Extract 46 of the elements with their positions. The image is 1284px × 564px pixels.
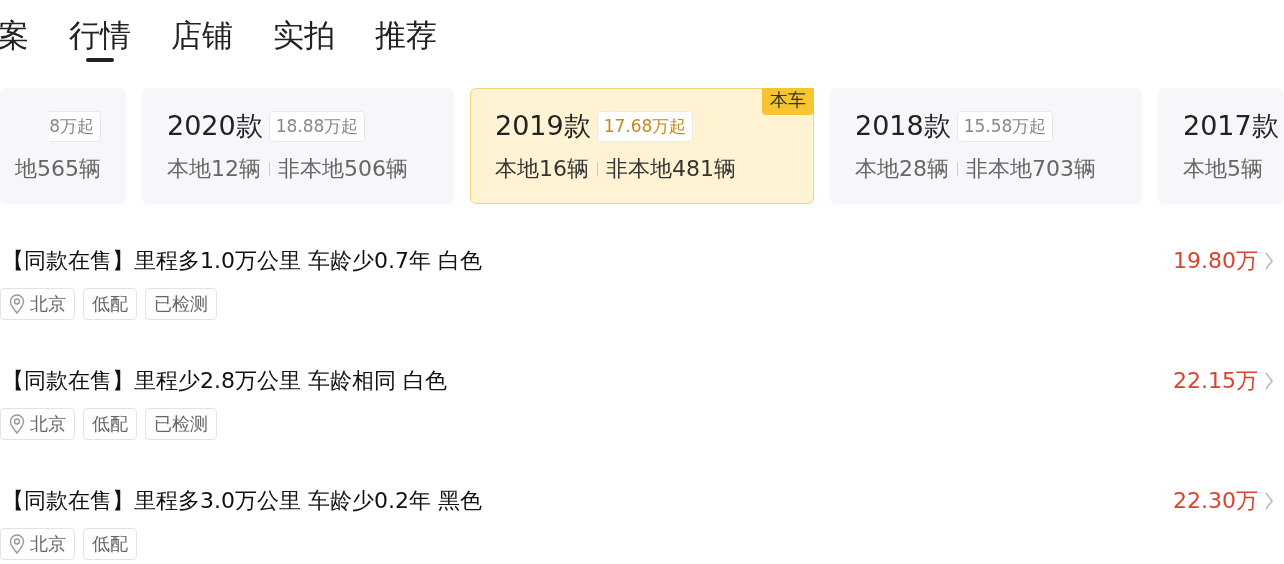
listing-count: 本地28辆: [855, 155, 949, 183]
tab[interactable]: 推荐: [375, 14, 437, 62]
chevron-right-icon[interactable]: [1264, 371, 1274, 391]
price-tag: 15.58万起: [956, 110, 1054, 142]
location-text: 北京: [30, 412, 66, 436]
price-tag: 17.68万起: [596, 110, 694, 142]
feature-tag: 低配: [83, 528, 137, 560]
model-year: 2017款: [1183, 109, 1279, 143]
listing-price: 22.15万: [1173, 367, 1258, 395]
listing-title[interactable]: 【同款在售】里程多1.0万公里 车龄少0.7年 白色: [2, 244, 482, 278]
listing-count: 非本地481辆: [606, 155, 736, 183]
feature-tag: 已检测: [145, 408, 217, 440]
tab[interactable]: 店铺: [171, 14, 233, 62]
location-pin-icon: [9, 414, 25, 434]
location-pin-icon: [9, 294, 25, 314]
tab[interactable]: 实拍: [273, 14, 335, 62]
feature-tag: 低配: [83, 408, 137, 440]
model-year: 2019款: [495, 109, 591, 143]
listing-count: 本地5辆: [1183, 155, 1263, 183]
model-year: 2020款: [167, 109, 263, 143]
price-tag: 8万起: [49, 110, 101, 142]
chevron-right-icon[interactable]: [1264, 491, 1274, 511]
tab[interactable]: 行情: [69, 14, 131, 62]
model-year-card[interactable]: 2020款 18.88万起 本地12辆 非本地506辆: [142, 88, 454, 204]
listing-title[interactable]: 【同款在售】里程多3.0万公里 车龄少0.2年 黑色: [2, 484, 482, 518]
listing-title[interactable]: 【同款在售】里程少2.8万公里 车龄相同 白色: [2, 364, 447, 398]
price-tag: 18.88万起: [268, 110, 366, 142]
listing-count: 非本地703辆: [966, 155, 1096, 183]
model-year-card[interactable]: 8万起 地565辆: [0, 88, 126, 204]
feature-tag: 低配: [83, 288, 137, 320]
listing-price: 19.80万: [1173, 247, 1258, 275]
current-car-badge: 本车: [762, 88, 814, 115]
feature-tag: 已检测: [145, 288, 217, 320]
model-year-card[interactable]: 2018款 15.58万起 本地28辆 非本地703辆: [830, 88, 1142, 204]
location-text: 北京: [30, 292, 66, 316]
model-year-card[interactable]: 本车 2019款 17.68万起 本地16辆 非本地481辆: [470, 88, 814, 204]
location-pin-icon: [9, 534, 25, 554]
listing-count: 本地12辆: [167, 155, 261, 183]
listing-price: 22.30万: [1173, 487, 1258, 515]
listing-count: 地565辆: [15, 155, 101, 183]
listing-count: 非本地506辆: [278, 155, 408, 183]
model-year: 2018款: [855, 109, 951, 143]
chevron-right-icon[interactable]: [1264, 251, 1274, 271]
location-text: 北京: [30, 532, 66, 556]
model-year-card[interactable]: 2017款 本地5辆: [1158, 88, 1284, 204]
listing-count: 本地16辆: [495, 155, 589, 183]
